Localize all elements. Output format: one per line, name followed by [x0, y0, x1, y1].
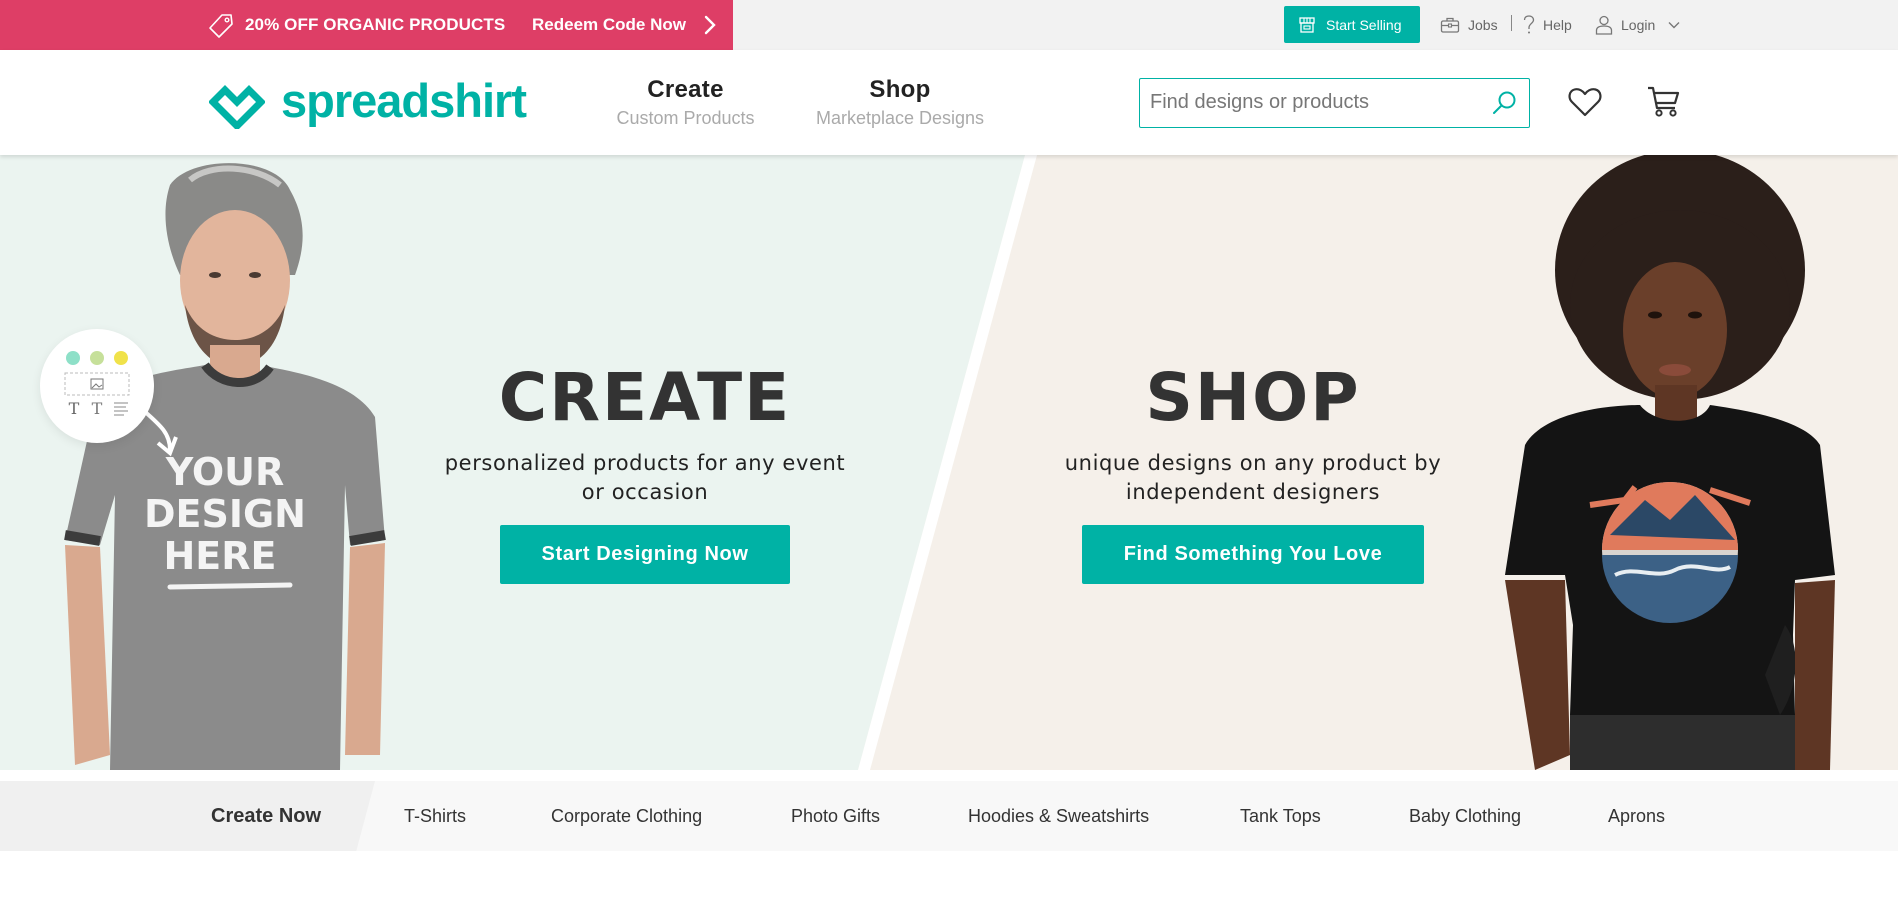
nav-create-subtitle: Custom Products — [616, 108, 755, 128]
design-tool-bubble: T T — [40, 329, 154, 443]
hero-shop-description: unique designs on any product by indepen… — [1064, 451, 1442, 504]
logo-text: spreadshirt — [281, 73, 527, 127]
your-design-text-2: DESIGN — [144, 492, 306, 536]
create-model-image: YOUR DESIGN HERE — [64, 163, 386, 770]
hero-shop-block: SHOP unique designs on any product by in… — [1048, 365, 1458, 584]
nav-shop-title: Shop — [869, 76, 931, 103]
color-swatch — [90, 351, 104, 365]
user-icon — [1595, 15, 1613, 35]
chevron-down-icon[interactable] — [1667, 20, 1681, 30]
category-item[interactable]: Corporate Clothing — [551, 781, 702, 851]
category-item[interactable]: Baby Clothing — [1409, 781, 1521, 851]
shop-icon — [1299, 16, 1315, 33]
promo-text: 20% OFF ORGANIC PRODUCTS — [245, 15, 506, 34]
jobs-label: Jobs — [1468, 17, 1498, 33]
chevron-right-icon[interactable] — [703, 14, 717, 36]
color-swatch — [114, 351, 128, 365]
design-tools-icon: T T — [64, 351, 130, 418]
main-header: spreadshirt Create Custom Products Shop … — [0, 50, 1898, 155]
help-link[interactable]: Help — [1523, 0, 1572, 50]
nav-shop[interactable]: Shop Marketplace Designs — [810, 76, 990, 129]
hero-create-title: CREATE — [498, 359, 792, 436]
start-selling-button[interactable]: Start Selling — [1284, 6, 1420, 43]
briefcase-icon — [1440, 17, 1460, 33]
category-item[interactable]: Aprons — [1608, 781, 1665, 851]
your-design-text-3: HERE — [164, 534, 277, 578]
hero-create-description: personalized products for any event or o… — [444, 451, 846, 504]
cart-icon[interactable] — [1647, 86, 1681, 118]
logo-heart-icon — [209, 85, 265, 129]
redeem-code-link[interactable]: Redeem Code Now — [532, 15, 686, 35]
tag-icon — [209, 14, 233, 38]
login-menu[interactable]: Login — [1595, 0, 1681, 50]
category-create-now[interactable]: Create Now — [211, 781, 321, 851]
start-designing-button[interactable]: Start Designing Now — [499, 525, 791, 584]
nav-shop-subtitle: Marketplace Designs — [815, 108, 985, 128]
login-label: Login — [1621, 17, 1656, 33]
heart-icon[interactable] — [1568, 86, 1602, 118]
category-bar: Create Now T-Shirts Corporate Clothing P… — [0, 781, 1898, 851]
search-box — [1139, 78, 1530, 128]
category-item[interactable]: Photo Gifts — [791, 781, 880, 851]
hero-create-block: CREATE personalized products for any eve… — [430, 365, 860, 584]
help-label: Help — [1543, 17, 1572, 33]
jobs-link[interactable]: Jobs — [1440, 0, 1498, 50]
category-item[interactable]: T-Shirts — [404, 781, 466, 851]
start-selling-label: Start Selling — [1326, 16, 1402, 33]
color-swatch — [66, 351, 80, 365]
search-input[interactable] — [1150, 79, 1480, 125]
category-item[interactable]: Tank Tops — [1240, 781, 1321, 851]
top-utility-bar: 20% OFF ORGANIC PRODUCTS Redeem Code Now… — [0, 0, 1898, 50]
svg-text:T: T — [92, 399, 103, 418]
nav-create[interactable]: Create Custom Products — [613, 76, 758, 129]
spreadshirt-logo[interactable]: spreadshirt — [209, 73, 527, 129]
find-something-button[interactable]: Find Something You Love — [1081, 525, 1425, 584]
shop-model-image — [1505, 155, 1835, 770]
search-icon[interactable] — [1491, 90, 1517, 116]
your-design-text-1: YOUR — [165, 450, 285, 494]
utility-divider — [1511, 15, 1512, 31]
category-item[interactable]: Hoodies & Sweatshirts — [968, 781, 1149, 851]
nav-create-title: Create — [647, 76, 724, 103]
question-icon — [1523, 15, 1535, 34]
promo-banner[interactable]: 20% OFF ORGANIC PRODUCTS Redeem Code Now — [0, 0, 733, 50]
hero-shop-title: SHOP — [1145, 359, 1361, 436]
hero-section: YOUR DESIGN HERE T T CREATE personalized… — [0, 155, 1898, 770]
svg-text:T: T — [69, 399, 80, 418]
